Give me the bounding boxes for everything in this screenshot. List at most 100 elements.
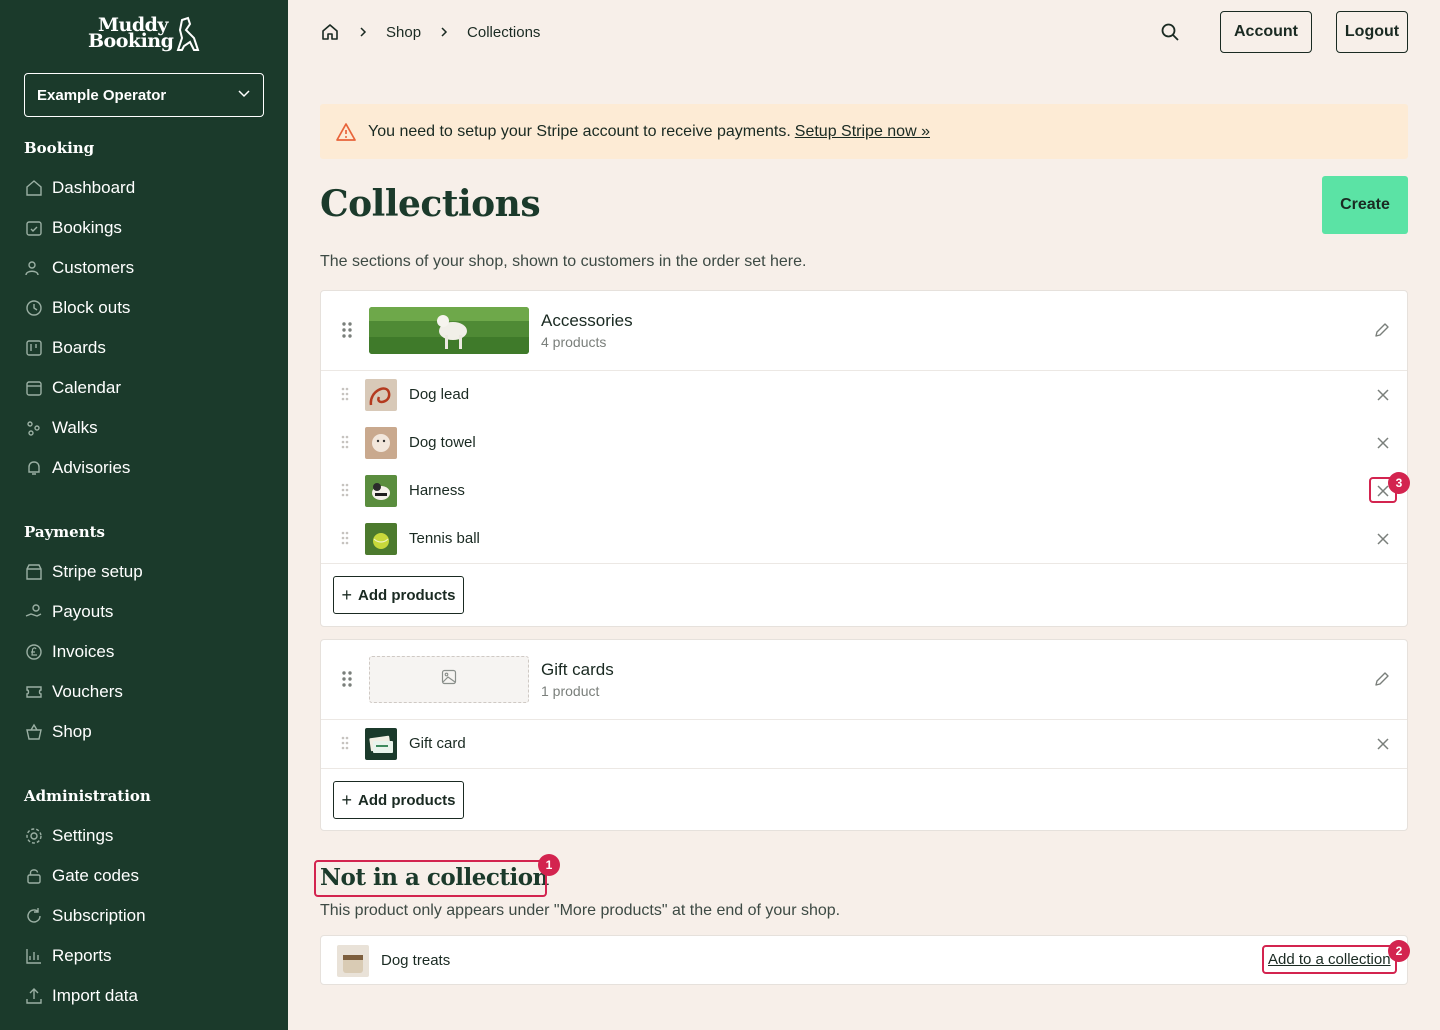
product-thumbnail [337, 945, 369, 977]
drag-handle-icon[interactable] [341, 321, 353, 344]
drag-handle-icon[interactable] [341, 483, 349, 502]
collection-image [369, 307, 529, 354]
breadcrumb-shop[interactable]: Shop [386, 24, 421, 41]
sidebar-item-advisories[interactable]: Advisories [24, 448, 135, 488]
drag-handle-icon[interactable] [341, 670, 353, 693]
product-thumbnail [365, 427, 397, 459]
uncollected-product-row: Dog treats Add to a collection [320, 935, 1408, 985]
drag-handle-icon[interactable] [341, 531, 349, 550]
product-row: Gift card [321, 720, 1407, 768]
plus-icon: + [341, 789, 352, 810]
annotation-badge: 3 [1388, 472, 1410, 494]
collection-image-placeholder[interactable] [369, 656, 529, 703]
calendar-icon [24, 378, 44, 398]
add-products-row: + Add products [321, 768, 1407, 831]
close-icon[interactable] [1375, 531, 1391, 547]
sidebar-item-subscription[interactable]: Subscription [24, 896, 151, 936]
sidebar-item-shop[interactable]: Shop [24, 712, 143, 752]
create-button[interactable]: Create [1322, 176, 1408, 234]
sidebar-item-block-outs[interactable]: Block outs [24, 288, 135, 328]
home-icon[interactable] [320, 22, 340, 42]
sidebar-item-calendar[interactable]: Calendar [24, 368, 135, 408]
ticket-icon [24, 682, 44, 702]
sidebar-item-bookings[interactable]: Bookings [24, 208, 135, 248]
add-products-button[interactable]: + Add products [333, 576, 464, 614]
annotation-highlight [1262, 945, 1397, 974]
sidebar-item-vouchers[interactable]: Vouchers [24, 672, 143, 712]
nav-section-booking: Booking Dashboard Bookings Customers Blo… [24, 139, 135, 488]
paw-icon [24, 418, 44, 438]
bell-icon [24, 458, 44, 478]
collection-name: Accessories [541, 311, 633, 330]
pencil-icon[interactable] [1373, 321, 1391, 344]
sidebar-item-settings[interactable]: Settings [24, 816, 151, 856]
collection-card: Gift cards 1 product Gift card + Add pro… [320, 639, 1408, 831]
chart-icon [24, 946, 44, 966]
plus-icon: + [341, 584, 352, 605]
product-thumbnail [365, 728, 397, 760]
product-row: Dog lead [321, 371, 1407, 419]
breadcrumb: Shop Collections [320, 20, 540, 44]
image-icon [441, 669, 457, 690]
nav-heading: Booking [24, 139, 95, 157]
basket-icon [24, 722, 44, 742]
sidebar-item-customers[interactable]: Customers [24, 248, 135, 288]
sidebar-item-payouts[interactable]: Payouts [24, 592, 143, 632]
sidebar-item-invoices[interactable]: Invoices [24, 632, 143, 672]
search-icon[interactable] [1158, 20, 1182, 44]
warning-icon [336, 122, 356, 141]
sidebar-item-reports[interactable]: Reports [24, 936, 151, 976]
operator-name: Example Operator [37, 86, 167, 104]
close-icon[interactable] [1375, 387, 1391, 403]
collection-header: Accessories 4 products [321, 291, 1407, 371]
product-name: Dog lead [409, 386, 470, 403]
annotation-badge: 2 [1388, 940, 1410, 962]
collection-name: Gift cards [541, 660, 614, 679]
product-row: Dog towel [321, 419, 1407, 467]
add-products-button[interactable]: + Add products [333, 781, 464, 819]
setup-stripe-link[interactable]: Setup Stripe now » [795, 123, 930, 141]
product-row: Harness [321, 467, 1407, 515]
page-title: Collections [320, 183, 541, 225]
drag-handle-icon[interactable] [341, 435, 349, 454]
pencil-icon[interactable] [1373, 670, 1391, 693]
page-subtitle: The sections of your shop, shown to cust… [320, 253, 807, 270]
sidebar: Muddy Booking Example Operator Booking D… [0, 0, 288, 1030]
product-name: Dog towel [409, 434, 476, 451]
operator-select[interactable]: Example Operator [24, 73, 264, 117]
upload-icon [24, 986, 44, 1006]
chevron-right-icon [439, 26, 449, 38]
product-name: Gift card [409, 735, 466, 752]
sidebar-item-walks[interactable]: Walks [24, 408, 135, 448]
nav-section-payments: Payments Stripe setup Payouts Invoices V… [24, 523, 143, 752]
account-button[interactable]: Account [1220, 11, 1312, 53]
close-icon[interactable] [1375, 736, 1391, 752]
nav-heading: Payments [24, 523, 106, 541]
breadcrumb-collections[interactable]: Collections [467, 24, 540, 41]
board-icon [24, 338, 44, 358]
dog-logo-icon [176, 16, 200, 51]
logout-button[interactable]: Logout [1336, 11, 1408, 53]
sidebar-item-boards[interactable]: Boards [24, 328, 135, 368]
sidebar-item-dashboard[interactable]: Dashboard [24, 168, 135, 208]
collection-count: 1 product [541, 683, 600, 699]
drag-handle-icon[interactable] [341, 387, 349, 406]
muddy-booking-logo[interactable]: Muddy Booking [86, 14, 202, 54]
clock-icon [24, 298, 44, 318]
home-icon [24, 178, 44, 198]
sidebar-item-gate-codes[interactable]: Gate codes [24, 856, 151, 896]
annotation-badge: 1 [538, 854, 560, 876]
collection-card: Accessories 4 products Dog lead Dog towe… [320, 290, 1408, 627]
nav-heading: Administration [24, 787, 151, 805]
collection-header: Gift cards 1 product [321, 640, 1407, 720]
alert-text: You need to setup your Stripe account to… [368, 122, 791, 140]
close-icon[interactable] [1375, 435, 1391, 451]
gear-icon [24, 826, 44, 846]
chevron-right-icon [358, 26, 368, 38]
lock-icon [24, 866, 44, 886]
drag-handle-icon[interactable] [341, 736, 349, 755]
sidebar-item-import-data[interactable]: Import data [24, 976, 151, 1016]
store-icon [24, 562, 44, 582]
chevron-down-icon [237, 86, 251, 104]
sidebar-item-stripe-setup[interactable]: Stripe setup [24, 552, 143, 592]
